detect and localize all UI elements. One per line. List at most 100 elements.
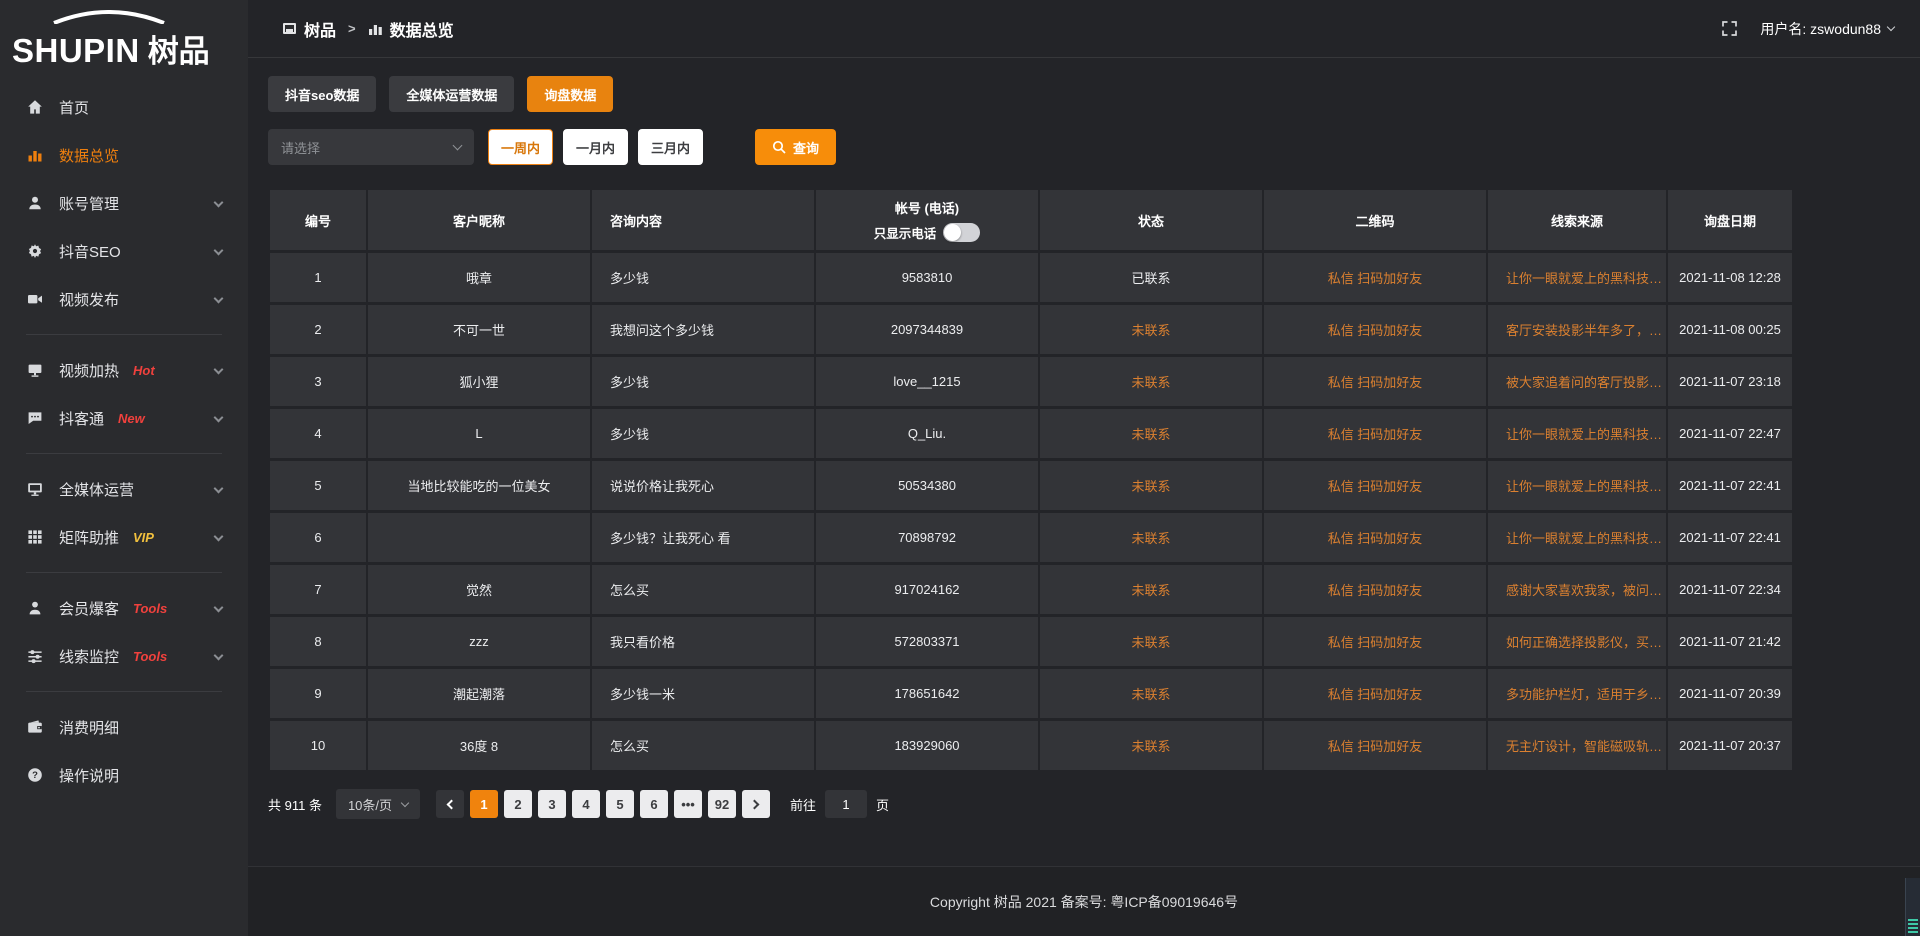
- cell-source-link[interactable]: 让你一眼就爱上的黑科技，能…: [1488, 409, 1666, 458]
- sidebar-item-label: 抖客通: [59, 408, 104, 429]
- phone-toggle-label: 只显示电话: [874, 223, 937, 242]
- page-button-3[interactable]: 3: [538, 790, 566, 818]
- table-row: 6多少钱？让我死心 看70898792未联系私信 扫码加好友让你一眼就爱上的黑科…: [270, 513, 1792, 562]
- cell-source-link[interactable]: 客厅安装投影半年多了，真实…: [1488, 305, 1666, 354]
- cell-qrcode-link[interactable]: 私信 扫码加好友: [1264, 669, 1486, 718]
- phone-only-toggle[interactable]: [943, 223, 980, 242]
- query-button[interactable]: 查询: [755, 129, 836, 165]
- main-area: 树品 > 数据总览 用户名: zswodun88 抖音seo数据 全媒体运营数据…: [248, 0, 1920, 936]
- sidebar-menu: 首页数据总览账号管理抖音SEO视频发布视频加热Hot抖客通New全媒体运营矩阵助…: [0, 83, 248, 799]
- video-icon: [26, 291, 44, 307]
- cell-source-link[interactable]: 感谢大家喜欢我家，被问了好…: [1488, 565, 1666, 614]
- next-page-button[interactable]: [742, 790, 770, 818]
- prev-page-button[interactable]: [436, 790, 464, 818]
- page-button-6[interactable]: 6: [640, 790, 668, 818]
- chat-icon: [26, 410, 44, 426]
- sidebar-item-label: 矩阵助推: [59, 527, 119, 548]
- sidebar-item-lead-monitor[interactable]: 线索监控Tools: [0, 632, 248, 680]
- sidebar-divider: [26, 691, 222, 692]
- page-size-select[interactable]: 10条/页: [336, 789, 420, 819]
- chevron-down-icon: [214, 651, 224, 661]
- sidebar-item-omni-media[interactable]: 全媒体运营: [0, 465, 248, 513]
- table-row: 7觉然怎么买917024162未联系私信 扫码加好友感谢大家喜欢我家，被问了好……: [270, 565, 1792, 614]
- member-icon: [26, 600, 44, 616]
- period-quarter-button[interactable]: 三月内: [638, 129, 703, 165]
- sidebar-item-badge: Tools: [133, 649, 167, 664]
- sidebar-item-account-manage[interactable]: 账号管理: [0, 179, 248, 227]
- sidebar-divider: [26, 334, 222, 335]
- cell-qrcode-link[interactable]: 私信 扫码加好友: [1264, 513, 1486, 562]
- bar-chart-icon: [26, 147, 44, 163]
- app-logo: SHUPIN树品: [0, 0, 248, 83]
- user-menu[interactable]: 用户名: zswodun88: [1760, 19, 1894, 39]
- cell-qrcode-link[interactable]: 私信 扫码加好友: [1264, 617, 1486, 666]
- more-pages-button[interactable]: •••: [674, 790, 702, 818]
- col-account: 帐号 (电话) 只显示电话: [816, 190, 1038, 250]
- breadcrumb-separator: >: [348, 21, 356, 36]
- goto-page-input[interactable]: [825, 790, 867, 818]
- cell-date: 2021-11-07 23:18: [1668, 357, 1792, 406]
- cell-source-link[interactable]: 让你一眼就爱上的黑科技，能…: [1488, 513, 1666, 562]
- cell-nickname: 觉然: [368, 565, 590, 614]
- cell-source-link[interactable]: 被大家追着问的客厅投影分享…: [1488, 357, 1666, 406]
- cell-source-link[interactable]: 多功能护栏灯，适用于乡村文…: [1488, 669, 1666, 718]
- table-row: 9潮起潮落多少钱一米178651642未联系私信 扫码加好友多功能护栏灯，适用于…: [270, 669, 1792, 718]
- table-row: 1036度 8怎么买183929060未联系私信 扫码加好友无主灯设计，智能磁吸…: [270, 721, 1792, 770]
- page-button-2[interactable]: 2: [504, 790, 532, 818]
- sidebar-item-video-publish[interactable]: 视频发布: [0, 275, 248, 323]
- query-button-label: 查询: [793, 138, 819, 157]
- tab-omnimedia-data[interactable]: 全媒体运营数据: [389, 76, 514, 112]
- fullscreen-icon[interactable]: [1721, 20, 1738, 37]
- cell-account: 917024162: [816, 565, 1038, 614]
- cell-date: 2021-11-08 00:25: [1668, 305, 1792, 354]
- logo-cjk: 树品: [148, 34, 210, 69]
- page-button-92[interactable]: 92: [708, 790, 736, 818]
- sidebar-item-member-baoke[interactable]: 会员爆客Tools: [0, 584, 248, 632]
- cell-source-link[interactable]: 让你一眼就爱上的黑科技，能…: [1488, 461, 1666, 510]
- cell-qrcode-link[interactable]: 私信 扫码加好友: [1264, 253, 1486, 302]
- sidebar-item-operation-guide[interactable]: ?操作说明: [0, 751, 248, 799]
- period-month-button[interactable]: 一月内: [563, 129, 628, 165]
- cell-id: 2: [270, 305, 366, 354]
- sidebar-item-douketong[interactable]: 抖客通New: [0, 394, 248, 442]
- cell-account: 178651642: [816, 669, 1038, 718]
- cell-qrcode-link[interactable]: 私信 扫码加好友: [1264, 461, 1486, 510]
- chevron-down-icon: [453, 141, 463, 151]
- cell-source-link[interactable]: 如何正确选择投影仪，买投影…: [1488, 617, 1666, 666]
- cell-qrcode-link[interactable]: 私信 扫码加好友: [1264, 565, 1486, 614]
- sidebar-item-douyin-seo[interactable]: 抖音SEO: [0, 227, 248, 275]
- pagination: 共 911 条 10条/页 123456•••92 前往 页: [268, 789, 1900, 819]
- cell-source-link[interactable]: 让你一眼就爱上的黑科技，能…: [1488, 253, 1666, 302]
- toggle-knob: [944, 224, 961, 241]
- sidebar-item-label: 首页: [59, 97, 89, 118]
- cell-status: 未联系: [1040, 721, 1262, 770]
- cell-qrcode-link[interactable]: 私信 扫码加好友: [1264, 409, 1486, 458]
- period-week-button[interactable]: 一周内: [488, 129, 553, 165]
- col-qrcode: 二维码: [1264, 190, 1486, 250]
- cell-source-link[interactable]: 无主灯设计，智能磁吸轨道灯…: [1488, 721, 1666, 770]
- sidebar-item-home[interactable]: 首页: [0, 83, 248, 131]
- tab-inquiry-data[interactable]: 询盘数据: [527, 76, 613, 112]
- page-button-1[interactable]: 1: [470, 790, 498, 818]
- cell-nickname: [368, 513, 590, 562]
- sidebar-item-data-overview[interactable]: 数据总览: [0, 131, 248, 179]
- cell-status: 未联系: [1040, 617, 1262, 666]
- page-button-5[interactable]: 5: [606, 790, 634, 818]
- cell-content: 说说价格让我死心: [592, 461, 814, 510]
- table-row: 2不可一世我想问这个多少钱2097344839未联系私信 扫码加好友客厅安装投影…: [270, 305, 1792, 354]
- table-row: 1哦章多少钱9583810已联系私信 扫码加好友让你一眼就爱上的黑科技，能…20…: [270, 253, 1792, 302]
- sidebar-item-matrix-boost[interactable]: 矩阵助推VIP: [0, 513, 248, 561]
- breadcrumb-home[interactable]: 树品: [304, 17, 336, 41]
- cell-qrcode-link[interactable]: 私信 扫码加好友: [1264, 305, 1486, 354]
- cell-qrcode-link[interactable]: 私信 扫码加好友: [1264, 721, 1486, 770]
- cell-nickname: zzz: [368, 617, 590, 666]
- page-button-4[interactable]: 4: [572, 790, 600, 818]
- sidebar-item-video-heating[interactable]: 视频加热Hot: [0, 346, 248, 394]
- tab-douyin-seo-data[interactable]: 抖音seo数据: [268, 76, 376, 112]
- search-icon: [772, 140, 786, 154]
- cell-qrcode-link[interactable]: 私信 扫码加好友: [1264, 357, 1486, 406]
- sidebar-item-consume-detail[interactable]: 消费明细: [0, 703, 248, 751]
- account-select[interactable]: 请选择: [268, 129, 474, 165]
- chevron-down-icon: [214, 365, 224, 375]
- wallet-icon: [26, 719, 44, 735]
